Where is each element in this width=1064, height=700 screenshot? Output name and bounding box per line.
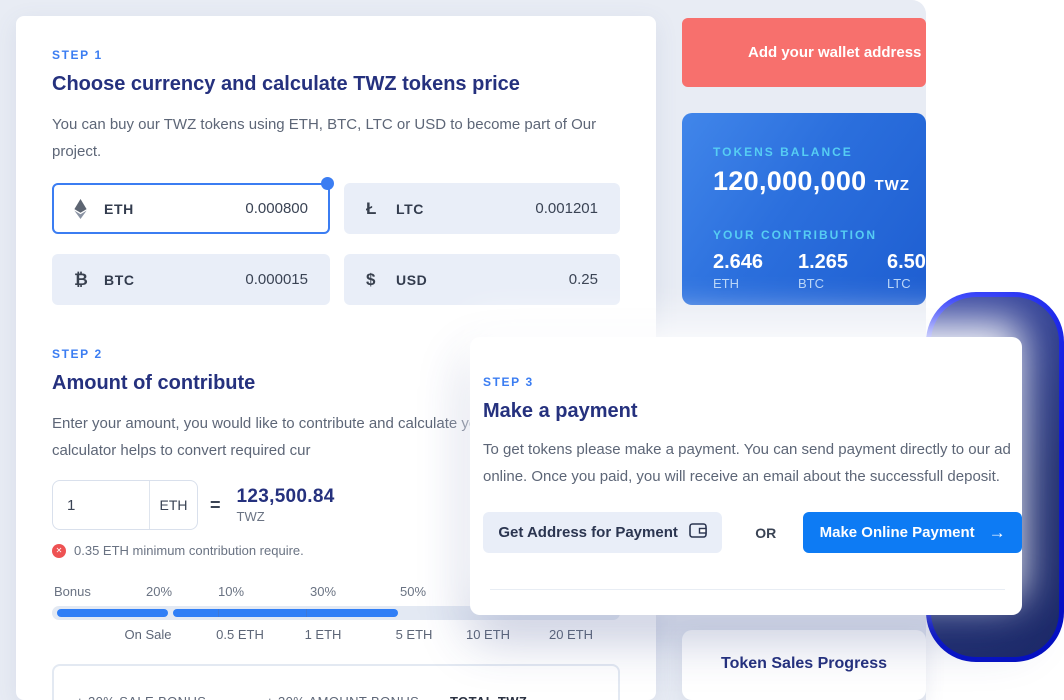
bonus-tick: 0.5 ETH — [216, 627, 264, 642]
bonus-tick-labels: On Sale 0.5 ETH 1 ETH 5 ETH 10 ETH 20 ET… — [52, 627, 620, 643]
step3-label: STEP 3 — [483, 375, 1022, 389]
contribution-value: 2.646 — [713, 251, 798, 274]
ethereum-icon — [74, 199, 96, 219]
payment-actions: Get Address for Payment OR Make Online P… — [483, 512, 1022, 553]
sale-bonus-label: + 20% SALE BONUS — [76, 694, 206, 700]
contribution-ltc: 6.500 LTC — [887, 251, 926, 291]
tokens-balance-value: 120,000,000 — [713, 166, 866, 197]
bitcoin-icon: ₿ — [74, 270, 96, 290]
currency-tile-usd[interactable]: $ USD 0.25 — [344, 254, 620, 305]
currency-rate: 0.25 — [569, 271, 598, 288]
get-address-button[interactable]: Get Address for Payment — [483, 512, 722, 553]
currency-rate: 0.001201 — [535, 200, 598, 217]
token-purchase-page: STEP 1 Choose currency and calculate TWZ… — [0, 0, 1064, 700]
get-address-button-label: Get Address for Payment — [498, 524, 678, 541]
bonus-bar-fill-segment — [57, 609, 168, 617]
currency-tile-ltc[interactable]: Ł LTC 0.001201 — [344, 183, 620, 234]
currency-tile-btc[interactable]: ₿ BTC 0.000015 — [52, 254, 330, 305]
amount-unit-label: ETH — [149, 481, 197, 529]
tokens-balance-card: TOKENS BALANCE 120,000,000 TWZ YOUR CONT… — [682, 113, 926, 305]
or-label: OR — [746, 525, 785, 541]
contribution-btc: 1.265 BTC — [798, 251, 887, 291]
step1-title: Choose currency and calculate TWZ tokens… — [52, 71, 620, 97]
contribution-value: 1.265 — [798, 251, 887, 274]
your-contribution-label: YOUR CONTRIBUTION — [713, 228, 926, 242]
step3-description-line2: online. Once you paid, you will receive … — [483, 463, 1013, 490]
amount-input[interactable] — [53, 481, 149, 529]
amount-box: ETH — [52, 480, 198, 530]
currency-code: LTC — [396, 201, 424, 217]
bonus-percent: 10% — [218, 584, 244, 599]
bonus-bar-fill-segment — [173, 609, 398, 617]
make-online-payment-button[interactable]: Make Online Payment → — [803, 512, 1022, 553]
equals-sign: = — [210, 495, 221, 516]
contribution-unit: BTC — [798, 276, 887, 291]
arrow-right-icon: → — [989, 523, 1006, 543]
make-online-payment-label: Make Online Payment — [820, 524, 975, 541]
currency-selector: ETH 0.000800 Ł LTC 0.001201 ₿ BTC 0.0000… — [52, 183, 620, 305]
contribution-row: 2.646 ETH 1.265 BTC 6.500 LTC — [713, 251, 926, 291]
contribution-unit: ETH — [713, 276, 798, 291]
error-message: 0.35 ETH minimum contribution require. — [74, 543, 304, 558]
currency-rate: 0.000800 — [245, 200, 308, 217]
conversion-result: 123,500.84 TWZ — [237, 486, 335, 524]
bonus-percent: 30% — [310, 584, 336, 599]
step3-description-line1: To get tokens please make a payment. You… — [483, 436, 1013, 463]
step3-title: Make a payment — [483, 398, 1022, 424]
step3-description: To get tokens please make a payment. You… — [483, 436, 1013, 490]
tokens-balance-label: TOKENS BALANCE — [713, 145, 926, 159]
wallet-icon — [689, 523, 707, 542]
contribution-value: 6.500 — [887, 251, 926, 274]
dollar-icon: $ — [366, 270, 388, 290]
tokens-balance-value-row: 120,000,000 TWZ — [713, 166, 926, 197]
token-sales-progress-title: Token Sales Progress — [682, 655, 926, 673]
bonus-tick: 1 ETH — [305, 627, 342, 642]
contribution-unit: LTC — [887, 276, 926, 291]
wallet-address-alert[interactable]: Add your wallet address before buying — [682, 18, 926, 87]
currency-tile-eth[interactable]: ETH 0.000800 — [52, 183, 330, 234]
bonus-percent: 20% — [146, 584, 172, 599]
litecoin-icon: Ł — [366, 199, 388, 219]
bonus-bar-separator — [306, 609, 307, 617]
step1-description: You can buy our TWZ tokens using ETH, BT… — [52, 111, 614, 165]
bonus-tick: On Sale — [125, 627, 172, 642]
bonus-percent: 50% — [400, 584, 426, 599]
currency-code: ETH — [104, 201, 134, 217]
token-sales-progress-card: Token Sales Progress — [682, 630, 926, 700]
bonus-summary: + 20% SALE BONUS + 30% AMOUNT BONUS TOTA… — [52, 664, 620, 700]
total-twz-label: TOTAL TWZ — [450, 694, 527, 700]
currency-code: USD — [396, 272, 427, 288]
result-unit: TWZ — [237, 509, 335, 524]
error-icon: ✕ — [52, 544, 66, 558]
amount-bonus-label: + 30% AMOUNT BONUS — [266, 694, 419, 700]
bonus-tick: 10 ETH — [466, 627, 510, 642]
currency-rate: 0.000015 — [245, 271, 308, 288]
make-payment-modal: STEP 3 Make a payment To get tokens plea… — [470, 337, 1022, 615]
result-value: 123,500.84 — [237, 486, 335, 508]
bonus-label: Bonus — [54, 584, 91, 599]
tokens-balance-unit: TWZ — [874, 177, 909, 194]
bonus-bar-separator — [218, 609, 219, 617]
contribution-eth: 2.646 ETH — [713, 251, 798, 291]
modal-divider — [490, 589, 1005, 590]
currency-code: BTC — [104, 272, 135, 288]
bonus-tick: 5 ETH — [396, 627, 433, 642]
bonus-tick: 20 ETH — [549, 627, 593, 642]
step1-label: STEP 1 — [52, 48, 620, 62]
